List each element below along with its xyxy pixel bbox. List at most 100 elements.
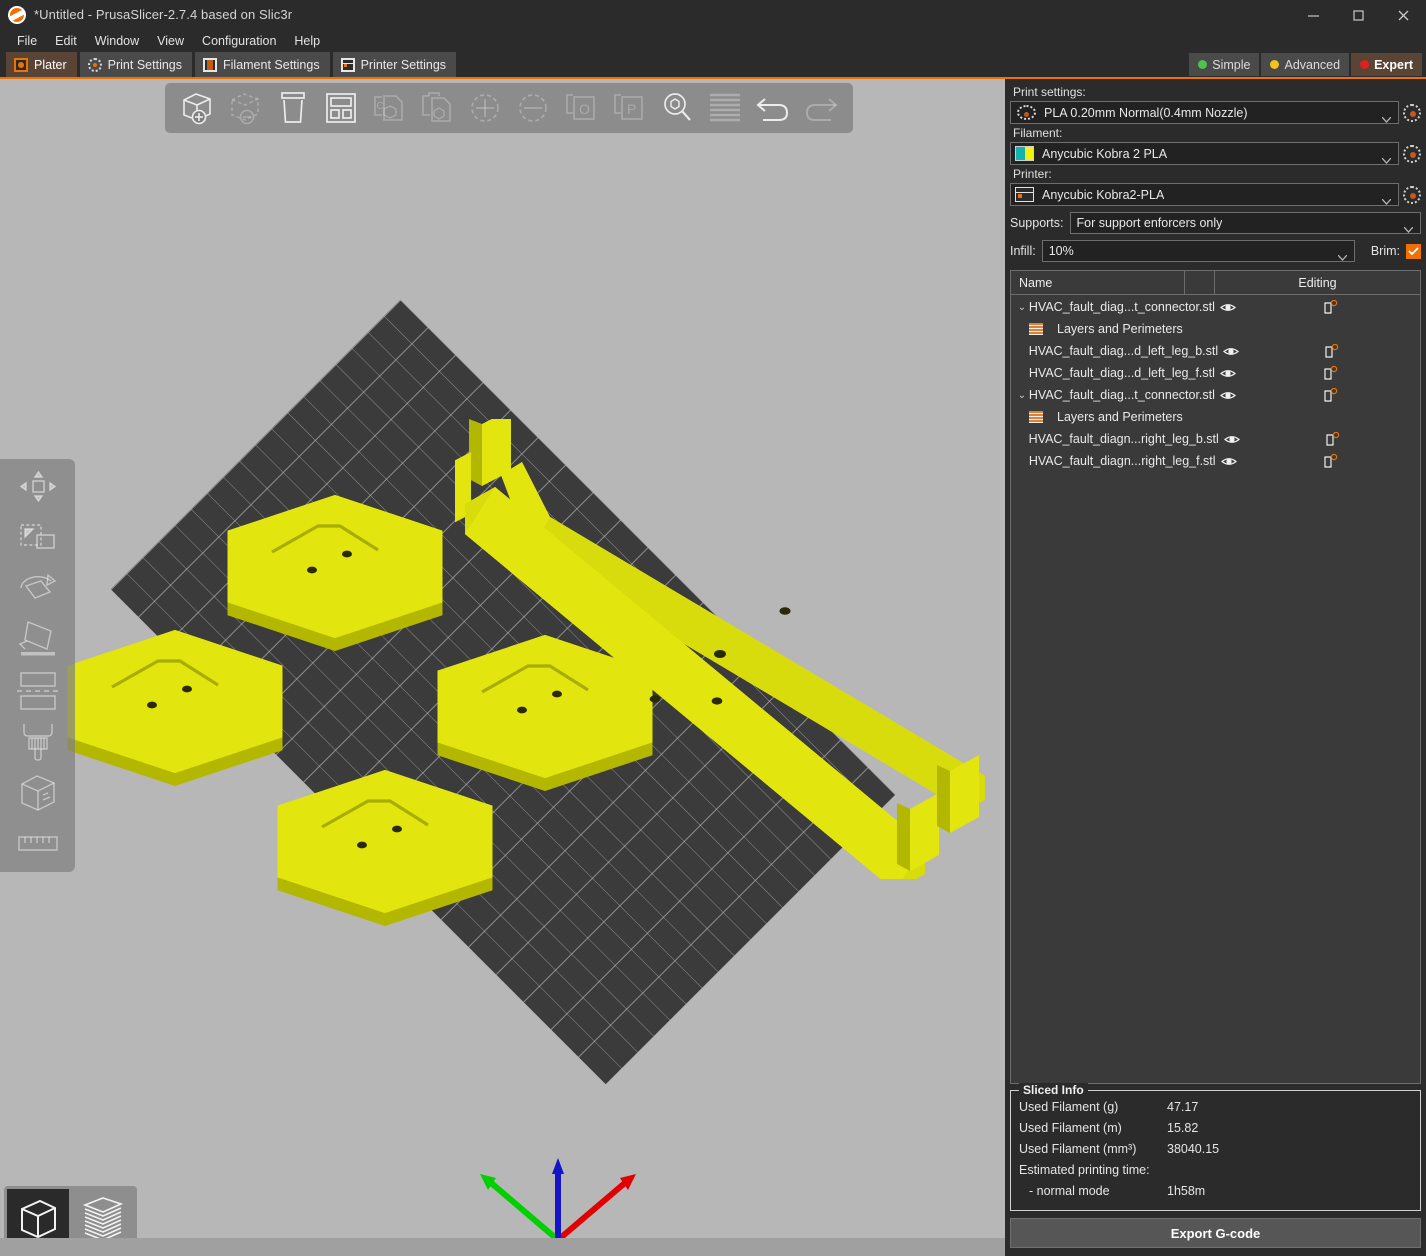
seam-cube-icon[interactable] [7, 769, 69, 817]
print-settings-value: PLA 0.20mm Normal(0.4mm Nozzle) [1044, 106, 1248, 120]
export-gcode-button[interactable]: Export G-code [1010, 1218, 1421, 1248]
menu-help[interactable]: Help [285, 32, 329, 50]
3d-viewport[interactable]: C [0, 79, 1005, 1256]
visibility-eye-icon[interactable] [1218, 346, 1244, 357]
mode-simple[interactable]: Simple [1189, 53, 1259, 76]
supports-combobox[interactable]: For support enforcers only [1070, 212, 1421, 234]
expand-chevron-icon[interactable]: ⌄ [1015, 390, 1029, 401]
visibility-eye-icon[interactable] [1215, 390, 1241, 401]
edit-settings-icon[interactable] [1241, 300, 1420, 315]
table-row[interactable]: ⌄ HVAC_fault_diag...t_connector.stl [1011, 384, 1420, 406]
menu-edit[interactable]: Edit [46, 32, 86, 50]
table-row[interactable]: HVAC_fault_diagn...right_leg_f.stl [1011, 450, 1420, 472]
mode-advanced-dot-icon [1270, 60, 1279, 69]
visibility-eye-icon[interactable] [1219, 434, 1245, 445]
visibility-eye-icon[interactable] [1215, 302, 1241, 313]
place-on-face-icon[interactable] [7, 616, 69, 664]
edit-settings-icon[interactable] [1242, 454, 1420, 469]
sliced-info-legend: Sliced Info [1019, 1083, 1088, 1097]
filament-value: Anycubic Kobra 2 PLA [1042, 147, 1167, 161]
viewport-toolbar: C [165, 83, 853, 133]
remove-instance-button[interactable] [509, 85, 557, 131]
table-row[interactable]: Layers and Perimeters [1011, 406, 1420, 428]
mode-advanced-label: Advanced [1284, 58, 1340, 72]
visibility-eye-icon[interactable] [1215, 368, 1241, 379]
cut-plane-icon[interactable] [7, 667, 69, 715]
normal-mode-value: 1h58m [1167, 1181, 1205, 1202]
minimize-button[interactable] [1291, 0, 1336, 30]
printer-combobox[interactable]: Anycubic Kobra2-PLA [1010, 183, 1399, 206]
table-row[interactable]: HVAC_fault_diag...d_left_leg_b.stl [1011, 340, 1420, 362]
brim-checkbox[interactable] [1406, 244, 1421, 259]
tab-filament-settings[interactable]: Filament Settings [195, 52, 330, 77]
delete-all-button[interactable] [269, 85, 317, 131]
copy-button[interactable]: C [365, 85, 413, 131]
edit-settings-icon[interactable] [1244, 344, 1420, 359]
edit-settings-icon[interactable] [1244, 432, 1420, 447]
filament-edit-gear-icon[interactable] [1403, 145, 1421, 163]
table-row[interactable]: Layers and Perimeters [1011, 318, 1420, 340]
variable-layer-height-button[interactable] [701, 85, 749, 131]
infill-combobox[interactable]: 10% [1042, 240, 1355, 262]
printer-label: Printer: [1013, 167, 1421, 181]
axes-indicator [458, 1130, 658, 1250]
add-instance-button[interactable] [461, 85, 509, 131]
search-button[interactable] [653, 85, 701, 131]
sliced-info-row: Used Filament (mm³) 38040.15 [1019, 1139, 1412, 1160]
mode-advanced[interactable]: Advanced [1261, 53, 1349, 76]
scale-icon[interactable] [7, 514, 69, 562]
redo-button[interactable] [797, 85, 845, 131]
expand-chevron-icon[interactable]: ⌄ [1015, 302, 1029, 313]
print-settings-combobox[interactable]: PLA 0.20mm Normal(0.4mm Nozzle) [1010, 101, 1399, 124]
ruler-icon[interactable] [7, 820, 69, 868]
viewport-horizontal-scrollbar[interactable] [0, 1238, 1005, 1256]
table-row[interactable]: ⌄ HVAC_fault_diag...t_connector.stl [1011, 296, 1420, 318]
filament-combobox[interactable]: Anycubic Kobra 2 PLA [1010, 142, 1399, 165]
printer-icon [1015, 187, 1034, 202]
chevron-down-icon [1338, 248, 1347, 254]
split-to-objects-button[interactable]: O [557, 85, 605, 131]
menu-configuration[interactable]: Configuration [193, 32, 285, 50]
arrange-button[interactable] [317, 85, 365, 131]
table-row[interactable]: HVAC_fault_diagn...right_leg_b.stl [1011, 428, 1420, 450]
used-filament-mm3-label: Used Filament (mm³) [1019, 1139, 1167, 1160]
tab-printer-settings[interactable]: Printer Settings [333, 52, 456, 77]
mode-selector: Simple Advanced Expert [1189, 53, 1422, 76]
menu-view[interactable]: View [148, 32, 193, 50]
column-header-name: Name [1011, 276, 1184, 290]
tab-plater[interactable]: Plater [6, 52, 77, 77]
printer-row: Anycubic Kobra2-PLA [1010, 183, 1421, 206]
print-settings-edit-gear-icon[interactable] [1403, 104, 1421, 122]
edit-settings-icon[interactable] [1241, 366, 1420, 381]
window-title: *Untitled - PrusaSlicer-2.7.4 based on S… [34, 7, 292, 22]
object-list-body[interactable]: ⌄ HVAC_fault_diag...t_connector.stl Laye… [1011, 295, 1420, 1083]
split-to-parts-button[interactable]: P [605, 85, 653, 131]
move-arrows-icon[interactable] [7, 463, 69, 511]
delete-object-button[interactable] [221, 85, 269, 131]
close-button[interactable] [1381, 0, 1426, 30]
main-area: C [0, 79, 1426, 1256]
setting-name: Layers and Perimeters [1049, 322, 1184, 336]
normal-mode-label: - normal mode [1019, 1181, 1167, 1202]
prusaslicer-window: *Untitled - PrusaSlicer-2.7.4 based on S… [0, 0, 1426, 1256]
table-row[interactable]: HVAC_fault_diag...d_left_leg_f.stl [1011, 362, 1420, 384]
printer-edit-gear-icon[interactable] [1403, 186, 1421, 204]
rotate-icon[interactable] [7, 565, 69, 613]
undo-button[interactable] [749, 85, 797, 131]
maximize-button[interactable] [1336, 0, 1381, 30]
model-connector-bar[interactable] [455, 419, 1005, 879]
paste-button[interactable] [413, 85, 461, 131]
visibility-eye-icon[interactable] [1216, 456, 1242, 467]
gear-icon [88, 58, 102, 72]
mode-expert[interactable]: Expert [1351, 53, 1422, 76]
add-object-button[interactable] [173, 85, 221, 131]
menu-file[interactable]: File [8, 32, 46, 50]
edit-settings-icon[interactable] [1241, 388, 1420, 403]
chevron-down-icon [1404, 220, 1413, 226]
menu-window[interactable]: Window [86, 32, 148, 50]
paint-brush-icon[interactable] [7, 718, 69, 766]
filament-row: Anycubic Kobra 2 PLA [1010, 142, 1421, 165]
tab-print-settings[interactable]: Print Settings [80, 52, 192, 77]
print-settings-row: PLA 0.20mm Normal(0.4mm Nozzle) [1010, 101, 1421, 124]
estimated-printing-time-label: Estimated printing time: [1019, 1160, 1150, 1181]
